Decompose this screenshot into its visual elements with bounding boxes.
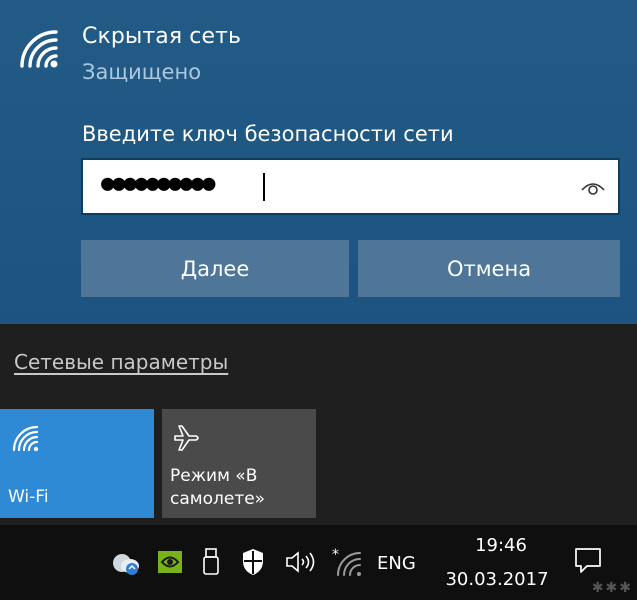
cancel-button[interactable]: Отмена [358,240,620,297]
network-security-status: Защищено [82,60,202,84]
network-status-icon[interactable] [110,549,142,577]
volume-icon[interactable] [284,549,318,575]
next-button[interactable]: Далее [81,240,349,297]
usb-icon[interactable] [201,547,221,577]
wifi-quick-action-tile[interactable]: Wi-Fi [0,409,154,518]
watermark-dots: ✱✱✱ [591,580,633,596]
wifi-signal-icon [20,30,58,68]
network-name: Скрытая сеть [82,24,242,49]
reveal-password-eye-icon[interactable] [580,175,606,199]
network-settings-link[interactable]: Сетевые параметры [14,350,228,374]
text-caret [263,173,265,201]
wifi-tray-icon[interactable]: * [330,545,362,577]
clock-date[interactable]: 30.03.2017 [437,569,557,590]
wifi-tile-label: Wi-Fi [8,487,49,507]
action-center-icon[interactable] [573,545,603,575]
wifi-icon [12,425,39,452]
nvidia-icon[interactable] [157,549,183,575]
security-key-label: Введите ключ безопасности сети [82,122,454,146]
security-key-value: ●●●●●●●●●● [101,171,215,196]
airplane-icon [174,425,199,451]
network-connect-panel: Скрытая сеть Защищено Введите ключ безоп… [0,0,637,324]
defender-shield-icon[interactable] [241,547,265,577]
taskbar: * ENG 19:46 30.03.2017 ✱✱✱ [0,525,637,600]
airplane-tile-label: Режим «В самолете» [170,466,266,509]
input-language-indicator[interactable]: ENG [377,553,416,574]
security-key-input[interactable]: ●●●●●●●●●● [81,158,620,215]
airplane-mode-tile[interactable]: Режим «В самолете» [162,409,316,518]
clock-time[interactable]: 19:46 [447,535,555,556]
svg-text:*: * [332,547,339,563]
